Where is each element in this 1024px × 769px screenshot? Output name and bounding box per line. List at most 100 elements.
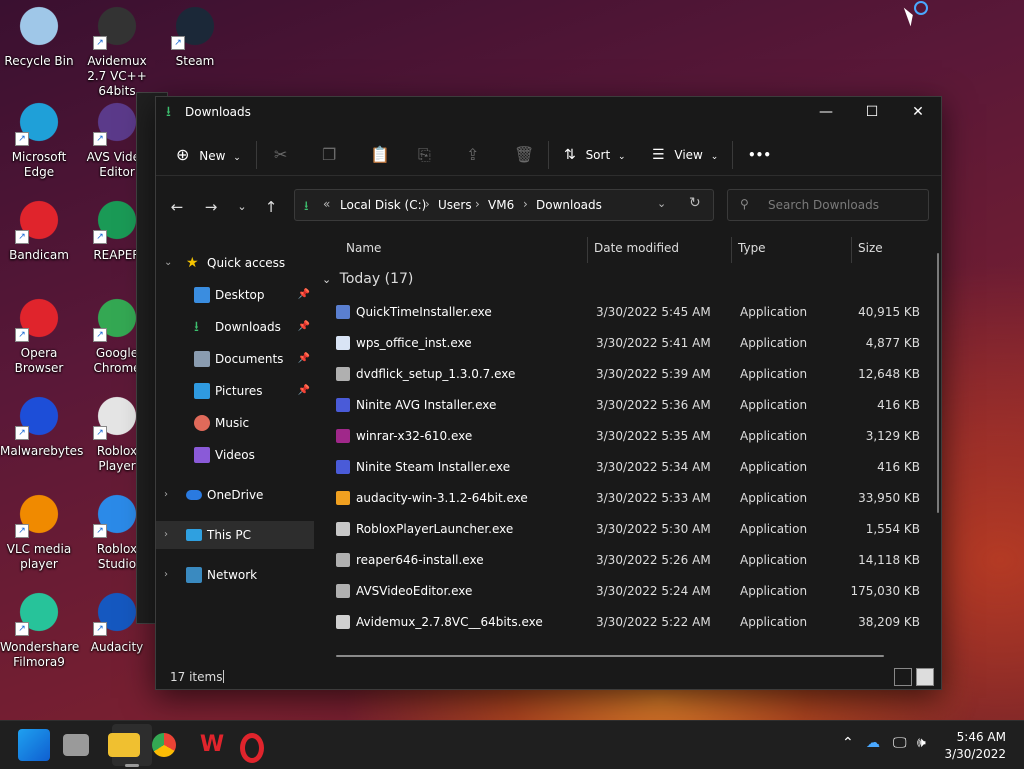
breadcrumb-users[interactable]: Users xyxy=(438,198,472,212)
more-options-button[interactable]: ••• xyxy=(748,141,771,169)
new-button[interactable]: ⊕ New ⌄ xyxy=(176,141,241,169)
file-row[interactable]: Avidemux_2.7.8VC__64bits.exe 3/30/2022 5:… xyxy=(330,607,930,638)
delete-icon[interactable]: 🗑 xyxy=(514,141,534,169)
desktop-icon[interactable]: ↗ Steam xyxy=(156,2,234,69)
desktop-icon[interactable]: ↗ Bandicam xyxy=(0,196,78,263)
cut-icon[interactable]: ✂ xyxy=(274,141,287,169)
chevron-down-icon[interactable]: ⌄ xyxy=(657,197,666,210)
item-count: 17 items xyxy=(170,670,223,684)
volume-icon[interactable]: 🕪 xyxy=(917,735,926,751)
pin-icon: 📌 xyxy=(297,289,310,300)
column-name[interactable]: Name xyxy=(346,241,381,255)
column-size[interactable]: Size xyxy=(858,241,883,255)
clapperboard-icon: ↗ xyxy=(93,2,141,50)
file-name: Avidemux_2.7.8VC__64bits.exe xyxy=(356,615,543,629)
file-row[interactable]: Ninite Steam Installer.exe 3/30/2022 5:34… xyxy=(330,452,930,483)
nav-videos[interactable]: Videos xyxy=(156,441,314,469)
overflow-icon[interactable]: « xyxy=(323,197,330,211)
divider xyxy=(256,141,257,169)
address-bar[interactable]: ⭳ « Local Disk (C:) › Users › VM6 › Down… xyxy=(294,189,714,221)
network-tray-icon[interactable]: 🖵 xyxy=(893,735,907,751)
file-row[interactable]: reaper646-install.exe 3/30/2022 5:26 AM Ap… xyxy=(330,545,930,576)
breadcrumb-vm6[interactable]: VM6 xyxy=(488,198,514,212)
desktop-icon[interactable]: Recycle Bin xyxy=(0,2,78,69)
desktop-icon[interactable]: ↗ Avidemux 2.7 VC++ 64bits xyxy=(78,2,156,99)
nav-documents[interactable]: Documents 📌 xyxy=(156,345,314,373)
nav-pictures[interactable]: Pictures 📌 xyxy=(156,377,314,405)
nav-this-pc[interactable]: › This PC xyxy=(156,521,314,549)
vertical-scrollbar[interactable] xyxy=(937,253,939,513)
recent-locations-icon[interactable]: ⌄ xyxy=(228,189,256,225)
file-row[interactable]: dvdflick_setup_1.3.0.7.exe 3/30/2022 5:39… xyxy=(330,359,930,390)
desktop-icon[interactable]: ↗ Opera Browser xyxy=(0,294,78,376)
file-row[interactable]: AVSVideoEditor.exe 3/30/2022 5:24 AM Appli… xyxy=(330,576,930,607)
file-row[interactable]: wps_office_inst.exe 3/30/2022 5:41 AM Appl… xyxy=(330,328,930,359)
details-view-icon[interactable] xyxy=(894,668,912,686)
file-date: 3/30/2022 5:22 AM xyxy=(596,615,711,629)
desktop-icon[interactable]: ↗ Wondershare Filmora9 xyxy=(0,588,79,670)
close-button[interactable]: ✕ xyxy=(895,97,941,127)
clock-date: 3/30/2022 xyxy=(944,747,1006,761)
column-date-modified[interactable]: Date modified xyxy=(594,241,679,255)
desktop-icon[interactable]: ↗ VLC media player xyxy=(0,490,78,572)
large-icons-view-icon[interactable] xyxy=(916,668,934,686)
file-row[interactable]: Ninite AVG Installer.exe 3/30/2022 5:36 A… xyxy=(330,390,930,421)
column-divider[interactable] xyxy=(731,237,732,263)
clock[interactable]: 5:46 AM 3/30/2022 xyxy=(944,729,1006,763)
refresh-icon[interactable]: ↻ xyxy=(689,195,701,211)
copy-icon[interactable]: ❐ xyxy=(322,141,336,169)
active-app-indicator xyxy=(125,764,139,767)
horizontal-scrollbar[interactable] xyxy=(336,655,884,657)
file-explorer-window: ⭳ Downloads — ☐ ✕ ⊕ New ⌄ ✂ ❐ 📋 ⎘ ⇪ 🗑 ⇅ … xyxy=(155,96,942,690)
title-bar[interactable]: ⭳ Downloads — ☐ ✕ xyxy=(156,97,941,129)
desktop-icon-label: Bandicam xyxy=(9,248,69,262)
file-size: 175,030 KB xyxy=(850,584,920,598)
search-input[interactable]: Search Downloads xyxy=(768,198,879,212)
opera-icon[interactable] xyxy=(240,733,264,763)
forward-arrow-icon[interactable]: → xyxy=(197,189,225,225)
start-icon[interactable] xyxy=(18,729,50,761)
maximize-button[interactable]: ☐ xyxy=(849,97,895,127)
back-arrow-icon[interactable]: ← xyxy=(163,189,191,225)
column-divider[interactable] xyxy=(851,237,852,263)
nav-quick-access[interactable]: ⌄ ★ Quick access xyxy=(156,249,314,277)
column-type[interactable]: Type xyxy=(738,241,766,255)
nav-onedrive[interactable]: › OneDrive xyxy=(156,481,314,509)
desktop-icon[interactable]: ↗ Microsoft Edge xyxy=(0,98,78,180)
onedrive-tray-icon[interactable]: ☁ xyxy=(866,735,880,751)
sort-button[interactable]: ⇅ Sort ⌄ xyxy=(564,141,626,169)
file-row[interactable]: winrar-x32-610.exe 3/30/2022 5:35 AM Appli… xyxy=(330,421,930,452)
navigation-row: ← → ⌄ ↑ ⭳ « Local Disk (C:) › Users › VM… xyxy=(156,189,941,225)
breadcrumb-local-disk[interactable]: Local Disk (C:) xyxy=(340,198,426,212)
column-divider[interactable] xyxy=(587,237,588,263)
chevron-up-icon[interactable]: ⌃ xyxy=(842,735,854,751)
chrome-icon[interactable] xyxy=(152,733,176,757)
nav-music[interactable]: Music xyxy=(156,409,314,437)
view-button[interactable]: ☰ View ⌄ xyxy=(652,141,718,169)
file-row[interactable]: RobloxPlayerLauncher.exe 3/30/2022 5:30 A… xyxy=(330,514,930,545)
nav-downloads[interactable]: ⭳ Downloads 📌 xyxy=(156,313,314,341)
chevron-down-icon: ⌄ xyxy=(322,273,332,286)
up-arrow-icon[interactable]: ↑ xyxy=(257,189,285,225)
file-name: Ninite Steam Installer.exe xyxy=(356,460,511,474)
rename-icon[interactable]: ⎘ xyxy=(418,141,431,169)
paste-icon[interactable]: 📋 xyxy=(370,141,390,169)
desktop-icon[interactable]: ↗ Malwarebytes xyxy=(0,392,83,459)
file-row[interactable]: QuickTimeInstaller.exe 3/30/2022 5:45 AM A… xyxy=(330,297,930,328)
group-header-today[interactable]: ⌄ Today (17) xyxy=(322,271,413,287)
shortcut-arrow-icon: ↗ xyxy=(171,36,185,50)
shortcut-arrow-icon: ↗ xyxy=(93,524,107,538)
breadcrumb-downloads[interactable]: Downloads xyxy=(536,198,602,212)
share-icon[interactable]: ⇪ xyxy=(466,141,479,169)
file-row[interactable]: audacity-win-3.1.2-64bit.exe 3/30/2022 5:… xyxy=(330,483,930,514)
minimize-button[interactable]: — xyxy=(803,97,849,127)
file-name: RobloxPlayerLauncher.exe xyxy=(356,522,514,536)
task-view-icon[interactable] xyxy=(63,734,89,756)
search-box[interactable]: ⚲ Search Downloads xyxy=(727,189,929,221)
cloud-icon xyxy=(186,490,202,500)
nav-network[interactable]: › Network xyxy=(156,561,314,589)
wps-icon[interactable]: W xyxy=(196,729,228,761)
desktop-icon-label: Audacity xyxy=(90,640,144,654)
nav-desktop[interactable]: Desktop 📌 xyxy=(156,281,314,309)
file-explorer-icon[interactable] xyxy=(108,733,140,757)
